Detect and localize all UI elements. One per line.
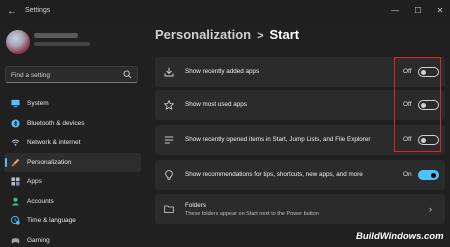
breadcrumb-parent[interactable]: Personalization: [155, 27, 251, 42]
chevron-right-icon: ›: [429, 204, 432, 214]
toggle-state-label: On: [403, 171, 412, 178]
title-bar: ← Settings — ☐ ✕: [0, 0, 450, 24]
search-icon[interactable]: [123, 70, 132, 79]
sidebar-item-label: Bluetooth & devices: [27, 119, 85, 127]
sidebar-item-label: Gaming: [27, 236, 50, 244]
highlight-box: [394, 57, 441, 152]
toggle-knob: [431, 172, 436, 178]
star-icon: [164, 100, 174, 110]
sidebar-item-network[interactable]: Network & internet: [4, 133, 141, 152]
search-input[interactable]: [11, 70, 121, 80]
sidebar-item-label: Time & language: [27, 217, 76, 224]
controller-icon: [11, 237, 20, 243]
sidebar-item-time-language[interactable]: Time & language: [4, 211, 141, 230]
nav-list: System Bluetooth & devices Network & int…: [4, 94, 141, 247]
sidebar-item-accounts[interactable]: Accounts: [4, 192, 141, 211]
wifi-icon: [11, 139, 20, 146]
bluetooth-icon: [11, 118, 20, 128]
brush-icon: [11, 158, 20, 166]
setting-label: Show most used apps: [185, 101, 247, 108]
person-icon: [11, 197, 20, 206]
apps-icon: [11, 177, 20, 186]
folder-icon: [164, 205, 174, 213]
setting-label: Show recommendations for tips, shortcuts…: [185, 171, 363, 178]
sidebar-item-label: Personalization: [27, 158, 72, 166]
setting-row-recommendations: Show recommendations for tips, shortcuts…: [155, 160, 445, 190]
sidebar-item-label: Apps: [27, 178, 42, 185]
sidebar-item-gaming[interactable]: Gaming: [4, 231, 141, 247]
sidebar-item-label: Accounts: [27, 197, 54, 205]
setting-label: Show recently opened items in Start, Jum…: [185, 136, 371, 143]
app-title: Settings: [25, 7, 51, 14]
recommendations-toggle[interactable]: [418, 170, 439, 180]
user-name-blurred: [34, 33, 78, 38]
list-icon: [164, 136, 174, 144]
sidebar-item-label: Network & internet: [27, 139, 81, 146]
user-email-blurred: [34, 42, 90, 46]
watermark: BuildWindows.com: [356, 231, 444, 242]
back-arrow-icon[interactable]: ←: [6, 6, 18, 18]
globe-clock-icon: [11, 216, 20, 225]
folders-label: Folders: [185, 202, 206, 209]
avatar[interactable]: [6, 30, 30, 54]
search-box[interactable]: [5, 66, 138, 83]
maximize-button[interactable]: ☐: [410, 4, 426, 18]
breadcrumb: Personalization > Start: [155, 27, 299, 42]
sidebar-item-bluetooth[interactable]: Bluetooth & devices: [4, 114, 141, 133]
folders-description: These folders appear on Start next to th…: [185, 211, 319, 217]
sidebar-item-personalization[interactable]: Personalization: [4, 152, 141, 172]
sidebar: System Bluetooth & devices Network & int…: [0, 24, 146, 247]
page-title: Start: [269, 27, 300, 42]
minimize-button[interactable]: —: [387, 4, 403, 18]
breadcrumb-separator: >: [257, 30, 264, 42]
folders-row[interactable]: Folders These folders appear on Start ne…: [155, 194, 445, 224]
setting-label: Show recently added apps: [185, 68, 260, 75]
close-button[interactable]: ✕: [432, 4, 448, 18]
sidebar-item-apps[interactable]: Apps: [4, 172, 141, 191]
sidebar-item-label: System: [27, 100, 49, 107]
bulb-icon: [165, 170, 173, 180]
monitor-icon: [11, 99, 20, 108]
download-icon: [164, 67, 174, 77]
sidebar-item-system[interactable]: System: [4, 94, 141, 113]
